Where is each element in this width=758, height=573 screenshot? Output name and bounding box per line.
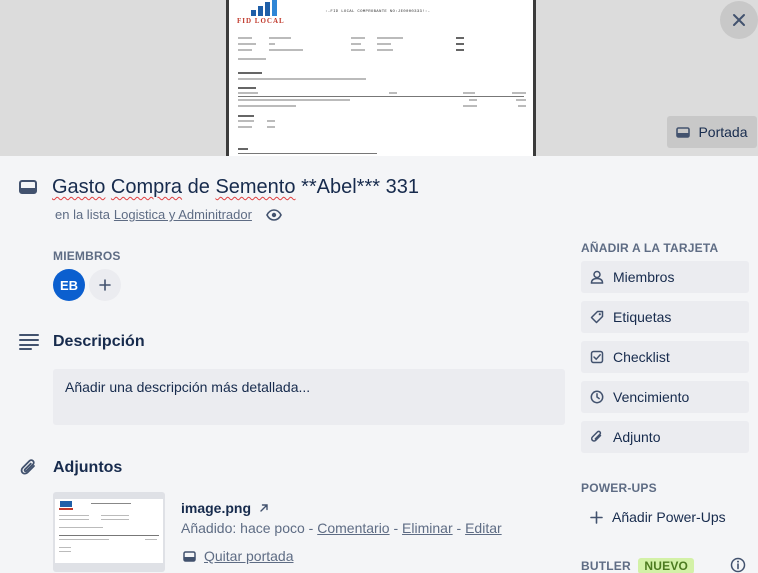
delete-link[interactable]: Eliminar: [402, 520, 453, 536]
separator: -: [393, 520, 399, 536]
members-button[interactable]: Miembros: [581, 261, 749, 293]
members-label: MIEMBROS: [53, 249, 121, 263]
checklist-button-label: Checklist: [613, 349, 670, 365]
due-date-button[interactable]: Vencimiento: [581, 381, 749, 413]
checklist-icon: [590, 350, 604, 364]
attachment-name[interactable]: image.png: [181, 500, 269, 516]
title-word: de: [187, 176, 210, 198]
document-logo-text: FID LOCAL: [237, 17, 285, 25]
clock-icon: [590, 390, 604, 404]
powerups-label: POWER-UPS: [581, 481, 657, 495]
checklist-button[interactable]: Checklist: [581, 341, 749, 373]
description-icon: [19, 332, 39, 352]
document-title: :-FID LOCAL COMPROBANTE NO:JE0000333!:-: [325, 10, 431, 14]
edit-link[interactable]: Editar: [465, 520, 502, 536]
new-badge: NUEVO: [638, 558, 695, 573]
external-link-icon[interactable]: [259, 503, 269, 513]
butler-label-text: BUTLER: [581, 559, 631, 573]
attachment-filename: image.png: [181, 500, 252, 516]
attachment-added: Añadido: hace poco: [181, 520, 305, 536]
list-info: en la lista Logistica y Adminitrador: [55, 207, 282, 222]
paperclip-icon: [590, 430, 604, 444]
plus-icon: [99, 279, 111, 291]
remove-cover[interactable]: Quitar portada: [183, 548, 294, 564]
labels-button-label: Etiquetas: [613, 309, 672, 325]
separator: -: [456, 520, 462, 536]
add-powerups-label: Añadir Power-Ups: [612, 509, 726, 525]
add-to-card-label: AÑADIR A LA TARJETA: [581, 241, 719, 255]
title-word: Gasto: [52, 176, 106, 198]
list-link[interactable]: Logistica y Adminitrador: [114, 207, 252, 222]
close-button[interactable]: [720, 1, 758, 39]
person-icon: [590, 270, 604, 284]
tag-icon: [590, 310, 604, 324]
paperclip-icon: [19, 458, 39, 478]
info-icon[interactable]: [730, 557, 746, 573]
add-member-button[interactable]: [89, 269, 121, 301]
attachment-button[interactable]: Adjunto: [581, 421, 749, 453]
card-cover-icon: [183, 550, 196, 562]
plus-icon: [590, 510, 603, 524]
title-word: 331: [385, 176, 419, 198]
butler-label: BUTLER NUEVO: [581, 558, 695, 573]
cover-button[interactable]: Portada: [667, 116, 757, 148]
document-logo: FID LOCAL: [237, 0, 289, 26]
title-word: **Abel***: [301, 176, 381, 198]
due-date-button-label: Vencimiento: [613, 389, 690, 405]
list-prefix: en la lista: [55, 207, 110, 222]
avatar[interactable]: EB: [53, 269, 85, 301]
cover-document-preview: FID LOCAL :-FID LOCAL COMPROBANTE NO:JE0…: [226, 0, 536, 156]
card-cover: FID LOCAL :-FID LOCAL COMPROBANTE NO:JE0…: [0, 0, 758, 156]
card-cover-icon: [676, 126, 691, 138]
members-button-label: Miembros: [613, 269, 675, 285]
attachment-button-label: Adjunto: [613, 429, 661, 445]
cover-button-label: Portada: [698, 124, 748, 140]
comment-link[interactable]: Comentario: [317, 520, 389, 536]
close-icon: [732, 13, 746, 27]
description-title: Descripción: [53, 333, 145, 350]
card-title[interactable]: Gasto Compra de Semento **Abel*** 331: [52, 176, 419, 199]
attachment-meta: Añadido: hace poco - Comentario - Elimin…: [181, 520, 502, 536]
eye-icon[interactable]: [266, 208, 282, 221]
labels-button[interactable]: Etiquetas: [581, 301, 749, 333]
title-word: Semento: [215, 176, 296, 198]
description-input[interactable]: Añadir una descripción más detallada...: [53, 369, 565, 425]
title-word: Compra: [110, 176, 183, 198]
attachment-thumbnail[interactable]: [53, 492, 165, 572]
separator: -: [308, 520, 314, 536]
card-icon: [19, 180, 37, 194]
attachments-title: Adjuntos: [53, 459, 123, 476]
add-powerups-button[interactable]: Añadir Power-Ups: [581, 501, 749, 533]
remove-cover-link[interactable]: Quitar portada: [204, 548, 294, 564]
